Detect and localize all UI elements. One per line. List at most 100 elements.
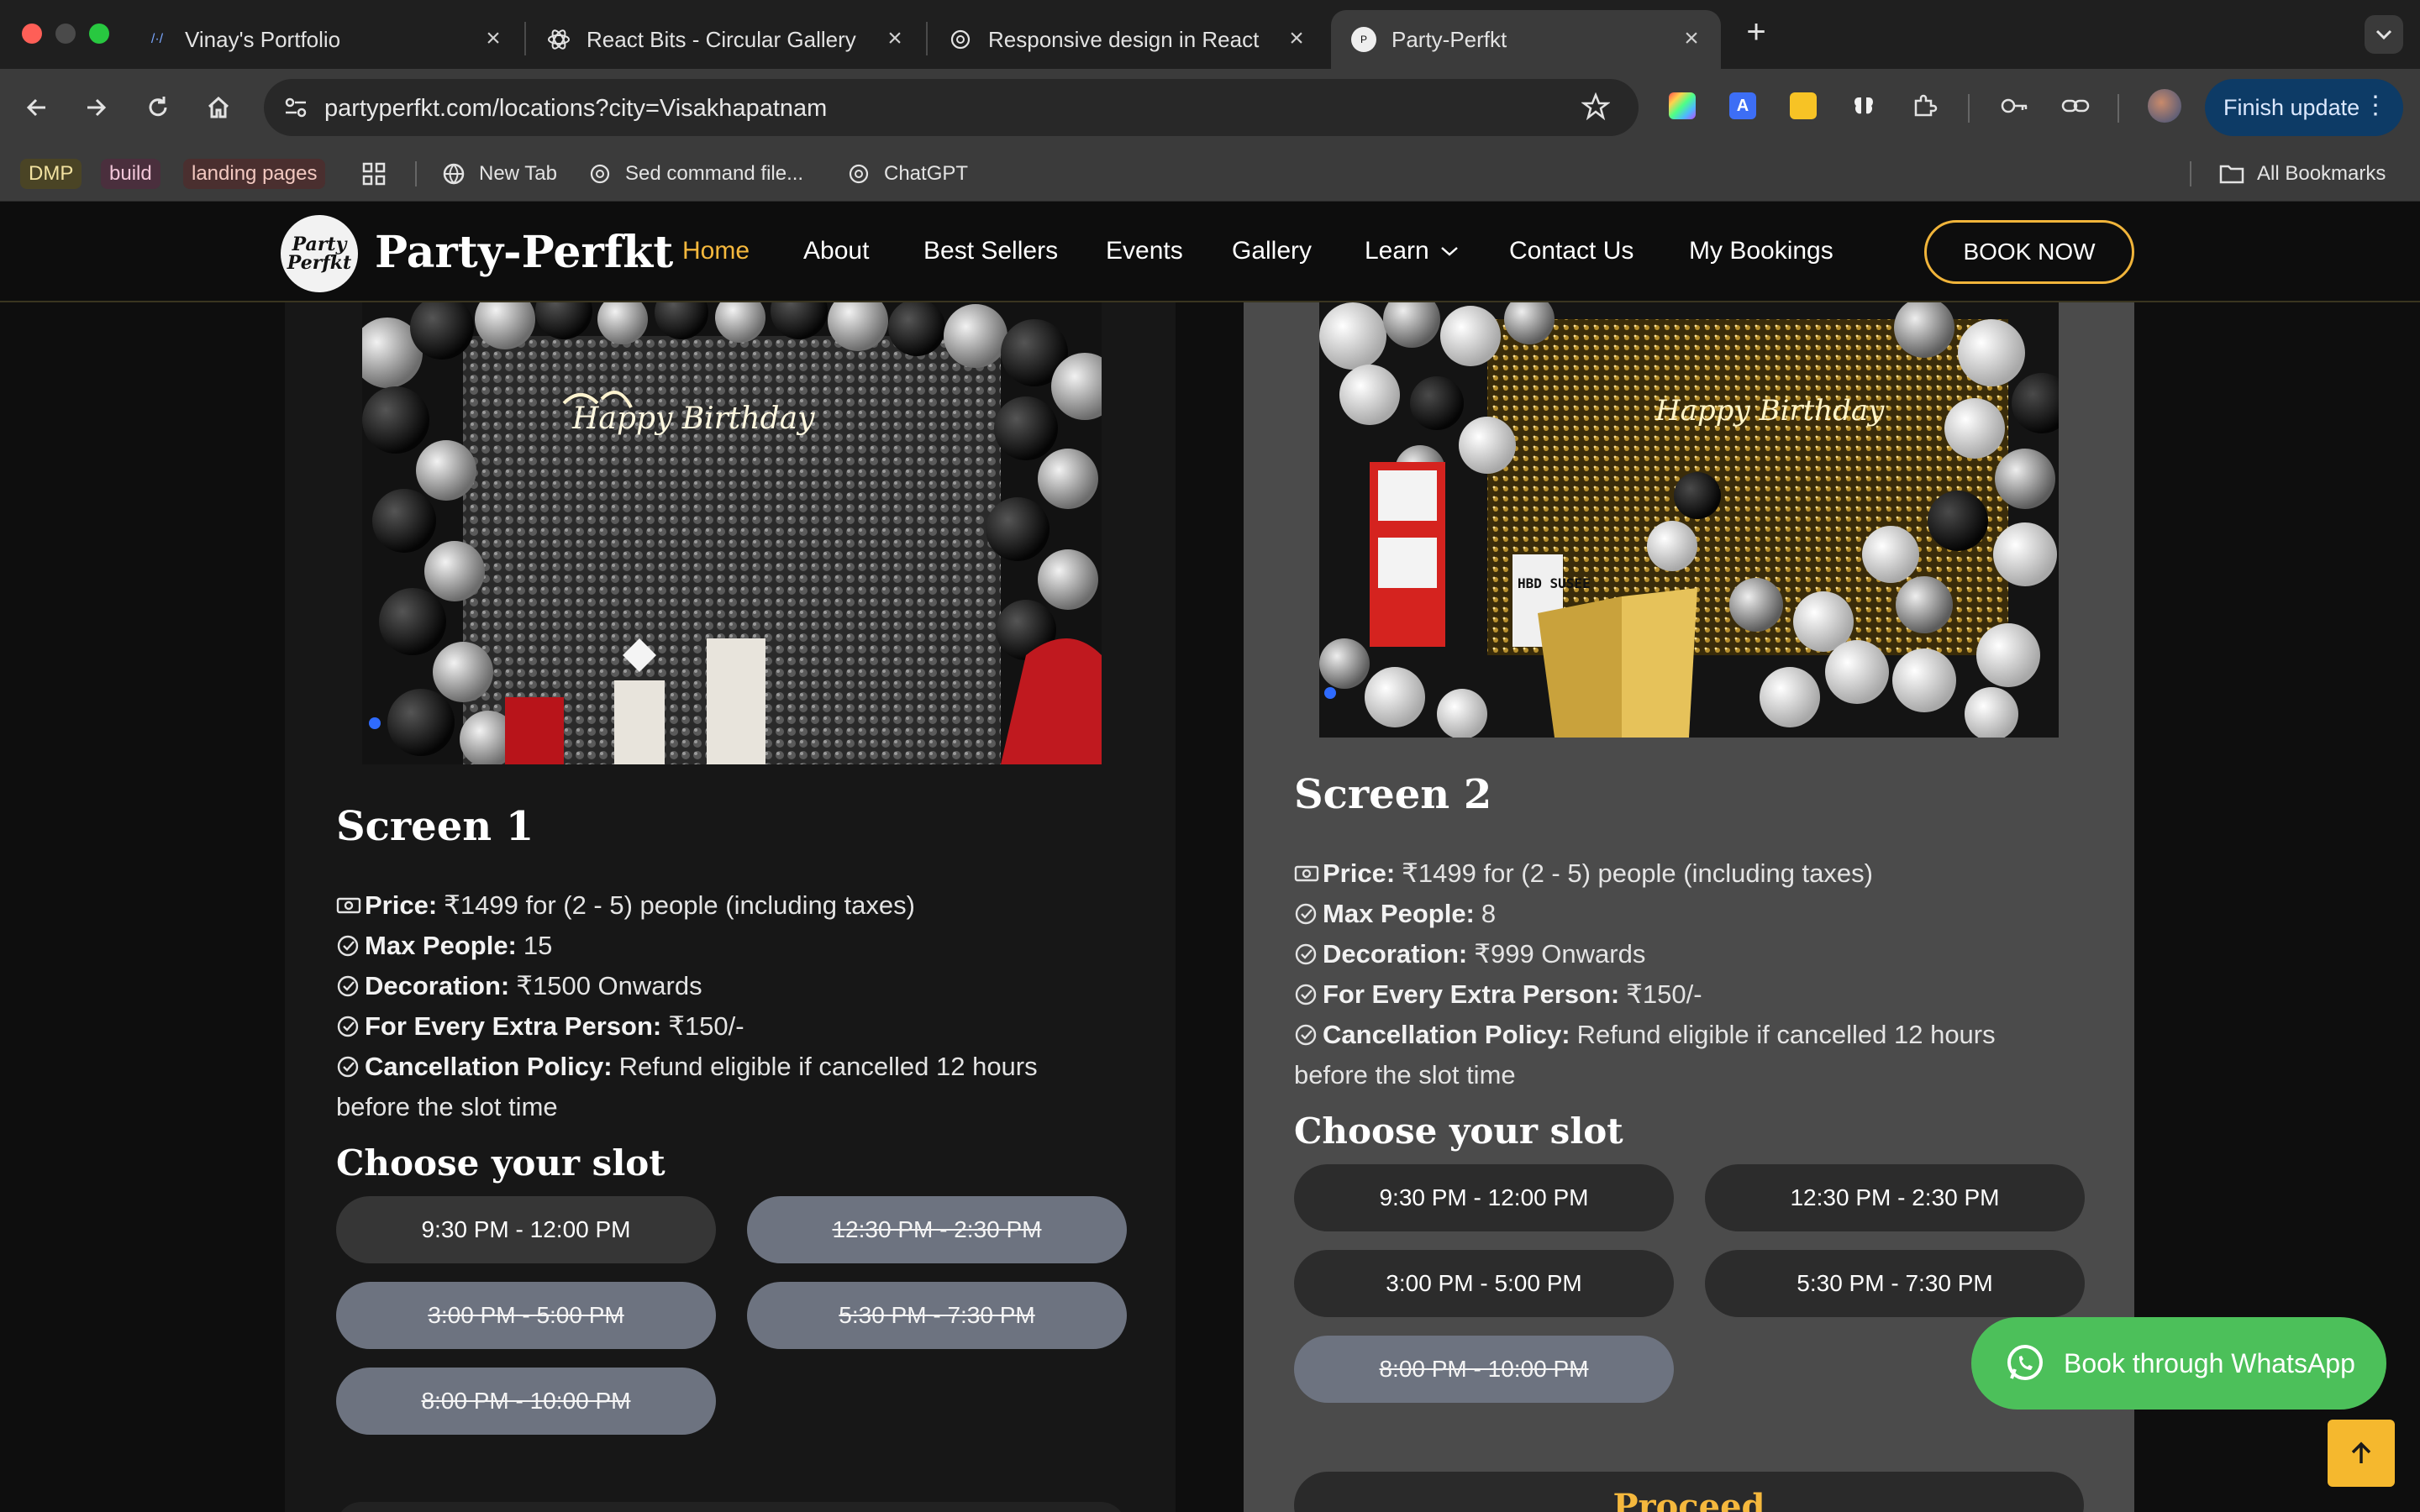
brand-name[interactable]: Party-Perfkt: [375, 227, 673, 278]
window-minimize-button[interactable]: [55, 24, 76, 44]
tab-title: Party-Perfkt: [1392, 26, 1507, 52]
decoration-value: ₹1500 Onwards: [516, 971, 702, 1000]
new-tab-button[interactable]: +: [1739, 15, 1773, 50]
arrow-left-icon: [26, 98, 45, 117]
window-close-button[interactable]: [22, 24, 42, 44]
nav-contact-us[interactable]: Contact Us: [1509, 237, 1634, 265]
price-label: Price:: [365, 890, 438, 920]
bookmark-chatgpt[interactable]: ChatGPT: [847, 158, 968, 190]
tab-search-button[interactable]: [2365, 15, 2403, 54]
nav-home[interactable]: Home: [682, 237, 750, 265]
bookmarks-divider: [2190, 161, 2191, 186]
screen-1-photo[interactable]: Happy Birthday: [362, 302, 1102, 764]
url-text: partyperfkt.com/locations?city=Visakhapa…: [324, 95, 827, 123]
decoration-label: Decoration:: [365, 971, 510, 1000]
bookmarks-divider: [415, 161, 417, 186]
logo-text-perfkt: Perfkt: [287, 252, 352, 274]
slot-button-booked: 8:00 PM - 10:00 PM: [1294, 1336, 1674, 1403]
openai-icon: [849, 164, 869, 184]
extra-person-label: For Every Extra Person:: [1323, 979, 1620, 1009]
nav-about[interactable]: About: [803, 237, 869, 265]
proceed-button[interactable]: Proceed: [1294, 1472, 2084, 1512]
url-path: /locations?city=Visakhapatnam: [492, 95, 828, 122]
home-button[interactable]: [198, 87, 239, 128]
check-circle-icon: [336, 926, 365, 966]
tab-title: React Bits - Circular Gallery: [587, 26, 856, 52]
carousel-dot-active[interactable]: [1324, 687, 1336, 699]
nav-learn-label: Learn: [1365, 237, 1429, 265]
screen-2-details: Price: ₹1499 for (2 - 5) people (includi…: [1294, 853, 2084, 1095]
grid-icon: [362, 162, 386, 186]
notes-extension-icon[interactable]: [1785, 87, 1822, 124]
color-picker-extension-icon[interactable]: [1664, 87, 1701, 124]
slot-button[interactable]: 9:30 PM - 12:00 PM: [1294, 1164, 1674, 1231]
screen-1-details: Price: ₹1499 for (2 - 5) people (includi…: [336, 885, 1126, 1127]
slot-button-booked: 3:00 PM - 5:00 PM: [336, 1282, 716, 1349]
close-icon[interactable]: ×: [1681, 26, 1702, 51]
photo-happy-birthday-sign: Happy Birthday: [1655, 394, 1885, 428]
slot-button[interactable]: 9:30 PM - 12:00 PM: [336, 1196, 716, 1263]
star-icon[interactable]: [1581, 92, 1611, 125]
cancellation-label: Cancellation Policy:: [365, 1052, 613, 1081]
translate-extension-icon[interactable]: A: [1724, 87, 1761, 124]
profile-avatar[interactable]: [2146, 87, 2183, 124]
tab-title: Vinay's Portfolio: [185, 26, 341, 52]
nav-gallery[interactable]: Gallery: [1232, 237, 1312, 265]
tab-title: Responsive design in React: [988, 26, 1260, 52]
arrow-right-icon: [87, 98, 107, 117]
link-icon[interactable]: [2057, 87, 2094, 124]
apps-grid-button[interactable]: [361, 158, 387, 190]
site-settings-icon[interactable]: [282, 94, 309, 125]
bookmark-sed-command[interactable]: Sed command file...: [588, 158, 803, 190]
book-now-button[interactable]: BOOK NOW: [1924, 220, 2134, 284]
max-people-value: 8: [1481, 899, 1497, 928]
photo-hbd-board: HBD SUSEE: [1518, 575, 1591, 591]
brand-logo[interactable]: Party Perfkt: [281, 215, 358, 292]
nav-learn[interactable]: Learn: [1365, 237, 1460, 265]
bookmark-label: build: [101, 159, 160, 189]
browser-tab-portfolio[interactable]: /·/ Vinay's Portfolio ×: [124, 10, 523, 69]
cancellation-value-cont: before the slot time: [1294, 1060, 1516, 1089]
bookmark-label: Sed command file...: [625, 162, 804, 185]
browser-tab-react-bits[interactable]: React Bits - Circular Gallery ×: [526, 10, 924, 69]
choose-slot-heading: Choose your slot: [1294, 1110, 1623, 1152]
screen-2-photo[interactable]: Happy Birthday HBD SUSEE: [1319, 302, 2059, 738]
puzzle-extensions-icon[interactable]: [1906, 87, 1943, 124]
price-row: Price: ₹1499 for (2 - 5) people (includi…: [336, 885, 1126, 926]
brain-extension-icon[interactable]: [1845, 87, 1882, 124]
window-zoom-button[interactable]: [89, 24, 109, 44]
bookmark-dmp[interactable]: DMP: [20, 158, 82, 190]
carousel-dot-active[interactable]: [369, 717, 381, 729]
bookmark-build[interactable]: build: [101, 158, 160, 190]
bookmark-label: New Tab: [479, 162, 557, 185]
nav-best-sellers[interactable]: Best Sellers: [923, 237, 1058, 265]
nav-events[interactable]: Events: [1106, 237, 1183, 265]
max-people-value: 15: [523, 931, 553, 960]
all-bookmarks-button[interactable]: All Bookmarks: [2218, 158, 2386, 190]
back-button[interactable]: [17, 87, 57, 128]
forward-button[interactable]: [76, 87, 116, 128]
cancellation-row: Cancellation Policy: Refund eligible if …: [1294, 1015, 2084, 1055]
finish-update-button[interactable]: Finish update ⋮: [2205, 79, 2403, 136]
slot-button[interactable]: 5:30 PM - 7:30 PM: [1705, 1250, 2085, 1317]
reload-button[interactable]: [138, 87, 178, 128]
slot-button[interactable]: 12:30 PM - 2:30 PM: [1705, 1164, 2085, 1231]
slot-button-booked: 5:30 PM - 7:30 PM: [747, 1282, 1127, 1349]
check-circle-icon: [1294, 1015, 1323, 1055]
whatsapp-booking-button[interactable]: Book through WhatsApp: [1971, 1317, 2386, 1410]
password-key-icon[interactable]: [1996, 87, 2033, 124]
close-icon[interactable]: ×: [482, 26, 504, 51]
scroll-to-top-button[interactable]: [2328, 1420, 2395, 1487]
bookmark-landing-pages[interactable]: landing pages: [183, 158, 326, 190]
bookmark-new-tab[interactable]: New Tab: [442, 158, 557, 190]
address-bar[interactable]: partyperfkt.com/locations?city=Visakhapa…: [264, 79, 1639, 136]
slot-button[interactable]: 3:00 PM - 5:00 PM: [1294, 1250, 1674, 1317]
cancellation-label: Cancellation Policy:: [1323, 1020, 1570, 1049]
close-icon[interactable]: ×: [1286, 26, 1307, 51]
browser-tab-party-perfkt[interactable]: P Party-Perfkt ×: [1331, 10, 1721, 69]
nav-my-bookings[interactable]: My Bookings: [1689, 237, 1833, 265]
browser-tab-responsive[interactable]: Responsive design in React ×: [928, 10, 1326, 69]
close-icon[interactable]: ×: [884, 26, 906, 51]
max-people-label: Max People:: [1323, 899, 1475, 928]
screen-1-proceed-button[interactable]: [336, 1502, 1126, 1512]
